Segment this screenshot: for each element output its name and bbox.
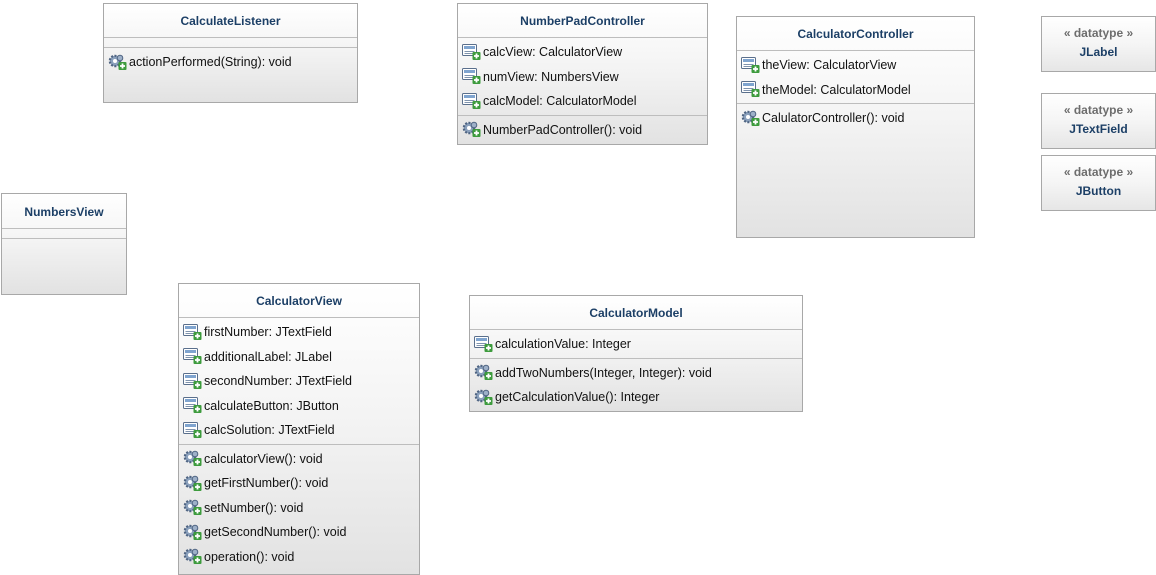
attribute-row[interactable]: theModel: CalculatorModel xyxy=(737,78,974,103)
public-operation-icon xyxy=(108,54,127,71)
operation-row[interactable]: operation(): void xyxy=(179,545,419,570)
attribute-row[interactable]: firstNumber: JTextField xyxy=(179,320,419,345)
attribute-label: calculateButton: JButton xyxy=(204,398,339,413)
operation-label: actionPerformed(String): void xyxy=(129,55,292,70)
operation-row[interactable]: actionPerformed(String): void xyxy=(104,50,357,75)
class-name: CalculatorController xyxy=(737,17,974,51)
class-calculator-view[interactable]: CalculatorView firstNumber: JTextField a… xyxy=(178,283,420,575)
datatype-name: JTextField xyxy=(1069,122,1128,136)
datatype-jtextfield[interactable]: « datatype » JTextField xyxy=(1041,93,1156,149)
attribute-row[interactable]: additionalLabel: JLabel xyxy=(179,345,419,370)
class-name: NumberPadController xyxy=(458,4,707,38)
operation-label: getCalculationValue(): Integer xyxy=(495,390,660,405)
public-operation-icon xyxy=(183,548,202,565)
attribute-label: theView: CalculatorView xyxy=(762,58,897,73)
attributes-compartment xyxy=(2,229,126,239)
public-attribute-icon xyxy=(462,43,481,61)
datatype-stereotype: « datatype » xyxy=(1063,103,1134,117)
operation-label: NumberPadController(): void xyxy=(483,122,643,137)
attributes-compartment: theView: CalculatorView theModel: Calcul… xyxy=(737,51,974,104)
class-name: NumbersView xyxy=(2,194,126,229)
public-attribute-icon xyxy=(462,92,481,110)
datatype-jbutton[interactable]: « datatype » JButton xyxy=(1041,155,1156,211)
operations-compartment: calculatorView(): void getFirstNumber():… xyxy=(179,445,419,571)
operation-label: getSecondNumber(): void xyxy=(204,525,347,540)
operation-row[interactable]: NumberPadController(): void xyxy=(458,118,707,143)
public-operation-icon xyxy=(183,475,202,492)
public-operation-icon xyxy=(741,110,760,127)
public-attribute-icon xyxy=(474,335,493,353)
attribute-label: secondNumber: JTextField xyxy=(204,374,352,389)
public-operation-icon xyxy=(183,450,202,467)
operation-label: operation(): void xyxy=(204,549,295,564)
attribute-row[interactable]: calcModel: CalculatorModel xyxy=(458,89,707,114)
datatype-name: JButton xyxy=(1075,184,1122,198)
public-operation-icon xyxy=(183,499,202,516)
operations-compartment: CalulatorController(): void xyxy=(737,104,974,132)
attribute-label: additionalLabel: JLabel xyxy=(204,349,332,364)
public-attribute-icon xyxy=(183,348,202,365)
class-name: CalculatorModel xyxy=(470,296,802,330)
public-attribute-icon xyxy=(741,81,760,98)
operations-compartment: NumberPadController(): void xyxy=(458,116,707,144)
attribute-label: theModel: CalculatorModel xyxy=(762,82,911,97)
operation-label: setNumber(): void xyxy=(204,500,304,515)
class-calculator-controller[interactable]: CalculatorController theView: Calculator… xyxy=(736,16,975,238)
public-attribute-icon xyxy=(183,397,202,414)
public-attribute-icon xyxy=(183,421,202,439)
operations-compartment: actionPerformed(String): void xyxy=(104,48,357,76)
public-attribute-icon xyxy=(741,56,760,74)
attribute-label: calculationValue: Integer xyxy=(495,337,631,352)
class-numbers-view[interactable]: NumbersView xyxy=(1,193,127,295)
attributes-compartment: calculationValue: Integer xyxy=(470,330,802,359)
attributes-compartment: firstNumber: JTextField additionalLabel:… xyxy=(179,318,419,445)
class-number-pad-controller[interactable]: NumberPadController calcView: Calculator… xyxy=(457,3,708,145)
public-attribute-icon xyxy=(183,323,202,341)
operation-row[interactable]: CalulatorController(): void xyxy=(737,106,974,131)
operation-row[interactable]: setNumber(): void xyxy=(179,496,419,521)
attribute-row[interactable]: numView: NumbersView xyxy=(458,65,707,90)
attribute-label: firstNumber: JTextField xyxy=(204,325,332,340)
operation-label: addTwoNumbers(Integer, Integer): void xyxy=(495,365,712,380)
class-name: CalculateListener xyxy=(104,4,357,38)
datatype-jlabel[interactable]: « datatype » JLabel xyxy=(1041,16,1156,72)
class-calculator-model[interactable]: CalculatorModel calculationValue: Intege… xyxy=(469,295,803,412)
operation-row[interactable]: calculatorView(): void xyxy=(179,447,419,472)
public-operation-icon xyxy=(474,389,493,406)
datatype-stereotype: « datatype » xyxy=(1063,165,1134,179)
public-operation-icon xyxy=(183,524,202,541)
operations-compartment xyxy=(2,239,126,248)
attributes-compartment xyxy=(104,38,357,48)
attribute-row[interactable]: calculateButton: JButton xyxy=(179,394,419,419)
datatype-name: JLabel xyxy=(1079,45,1118,59)
operation-label: calculatorView(): void xyxy=(204,451,323,466)
operation-label: CalulatorController(): void xyxy=(762,111,905,126)
attribute-row[interactable]: calculationValue: Integer xyxy=(470,332,802,357)
attribute-label: numView: NumbersView xyxy=(483,69,619,84)
attribute-label: calcSolution: JTextField xyxy=(204,423,335,438)
attribute-row[interactable]: secondNumber: JTextField xyxy=(179,369,419,394)
class-calculate-listener[interactable]: CalculateListener actionPerformed(String… xyxy=(103,3,358,103)
class-name: CalculatorView xyxy=(179,284,419,318)
operations-compartment: addTwoNumbers(Integer, Integer): void ge… xyxy=(470,359,802,411)
datatype-stereotype: « datatype » xyxy=(1063,26,1134,40)
public-operation-icon xyxy=(474,364,493,381)
operation-label: getFirstNumber(): void xyxy=(204,476,329,491)
attribute-row[interactable]: calcView: CalculatorView xyxy=(458,40,707,65)
public-attribute-icon xyxy=(183,372,202,390)
public-operation-icon xyxy=(462,121,481,138)
attribute-row[interactable]: theView: CalculatorView xyxy=(737,53,974,78)
attributes-compartment: calcView: CalculatorView numView: Number… xyxy=(458,38,707,116)
operation-row[interactable]: getCalculationValue(): Integer xyxy=(470,385,802,410)
attribute-label: calcModel: CalculatorModel xyxy=(483,94,637,109)
public-attribute-icon xyxy=(462,68,481,85)
attribute-label: calcView: CalculatorView xyxy=(483,45,623,60)
operation-row[interactable]: getFirstNumber(): void xyxy=(179,471,419,496)
attribute-row[interactable]: calcSolution: JTextField xyxy=(179,418,419,443)
operation-row[interactable]: addTwoNumbers(Integer, Integer): void xyxy=(470,361,802,386)
operation-row[interactable]: getSecondNumber(): void xyxy=(179,520,419,545)
